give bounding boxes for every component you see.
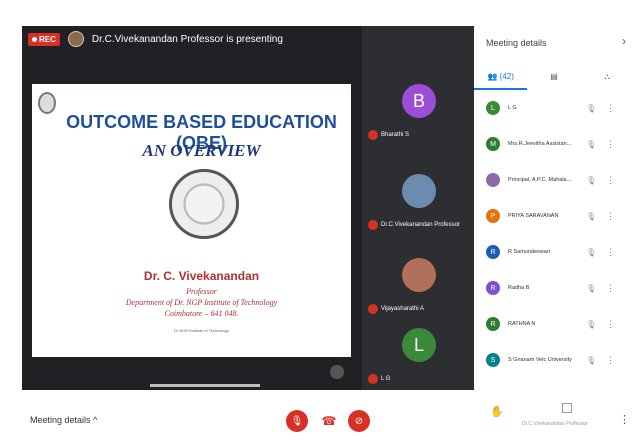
mic-off-icon: 🎙 xyxy=(290,415,304,427)
leave-call-button[interactable]: ☎ xyxy=(318,410,340,432)
list-item[interactable]: P PRIYA SARAVANAN 🎙 ⋮ xyxy=(474,198,634,234)
more-options-icon[interactable]: ⋮ xyxy=(619,413,630,426)
avatar: M xyxy=(486,137,500,151)
avatar: L xyxy=(402,328,436,362)
avatar: R xyxy=(486,281,500,295)
panel-tabs: 👥 (42) ▤ ⛬ xyxy=(474,68,634,90)
camera-off-icon: ⊘ xyxy=(354,415,364,427)
mic-off-icon: 🎙 xyxy=(586,283,597,293)
raise-hand-icon[interactable]: ✋ xyxy=(490,405,504,418)
mic-off-icon xyxy=(368,130,378,140)
participant-name: Mrs.R.Jeevitha Assistan... xyxy=(508,141,572,147)
list-item[interactable]: Principal, A.P.C. Mahala... 🎙 ⋮ xyxy=(474,162,634,198)
panel-title: Meeting details xyxy=(486,38,547,48)
list-item[interactable]: R Radha B 🎙 ⋮ xyxy=(474,270,634,306)
list-item[interactable]: R RATHNA N 🎙 ⋮ xyxy=(474,306,634,342)
list-item[interactable]: R R Samundeswari 🎙 ⋮ xyxy=(474,234,634,270)
more-vert-icon[interactable]: ⋮ xyxy=(606,103,615,114)
more-vert-icon[interactable]: ⋮ xyxy=(606,283,615,294)
tab-chat[interactable]: ▤ xyxy=(527,68,580,90)
stage-scroll-thumb[interactable] xyxy=(150,384,260,387)
tile-lg[interactable]: L L G xyxy=(362,308,474,398)
slide-department: Department of Dr. NGP Institute of Techn… xyxy=(125,298,278,307)
tile-name: Bharathi S xyxy=(381,132,410,138)
meeting-details-label: Meeting details xyxy=(30,415,91,425)
chat-icon: ▤ xyxy=(550,72,558,81)
mic-off-icon: 🎙 xyxy=(586,355,597,365)
avatar xyxy=(402,258,436,292)
rec-label: REC xyxy=(39,34,56,44)
present-icon[interactable] xyxy=(562,403,572,413)
slide-city: Coimbatore – 641 048. xyxy=(164,309,239,318)
avatar: R xyxy=(486,317,500,331)
avatar xyxy=(486,173,500,187)
more-vert-icon[interactable]: ⋮ xyxy=(606,139,615,150)
slide-author: Dr. C. Vivekanandan xyxy=(143,269,260,283)
participant-name: S Gnanam Velc University xyxy=(508,357,572,363)
participant-tiles: B Bharathi S Dr.C.Vivekanandan Professor… xyxy=(362,26,474,390)
mic-off-icon: 🎙 xyxy=(586,103,597,113)
bottom-bar: Meeting details ^ 🎙 ☎ ⊘ ✋ Dr.C.Vivekanan… xyxy=(22,395,634,441)
participant-name: Radha B xyxy=(508,285,530,291)
institute-seal-icon xyxy=(169,169,239,239)
mic-off-icon: 🎙 xyxy=(586,247,597,257)
list-item[interactable]: S S Gnanam Velc University 🎙 ⋮ xyxy=(474,342,634,378)
list-item[interactable]: M Mrs.R.Jeevitha Assistan... 🎙 ⋮ xyxy=(474,126,634,162)
camera-toggle-button[interactable]: ⊘ xyxy=(348,410,370,432)
tile-name: L G xyxy=(381,376,391,382)
shapes-icon: ⛬ xyxy=(604,72,611,81)
meeting-details-toggle[interactable]: Meeting details ^ xyxy=(30,415,97,425)
participant-name: L G xyxy=(508,105,517,111)
mic-off-icon: 🎙 xyxy=(586,139,597,149)
slide-logo-icon xyxy=(38,92,56,114)
more-vert-icon[interactable]: ⋮ xyxy=(606,319,615,330)
self-view-avatar[interactable] xyxy=(330,365,344,379)
participant-name: Principal, A.P.C. Mahala... xyxy=(508,177,572,183)
recording-badge: REC xyxy=(28,32,60,46)
mic-off-icon: 🎙 xyxy=(586,319,597,329)
avatar xyxy=(402,174,436,208)
mic-off-icon xyxy=(368,374,378,384)
participant-name: R Samundeswari xyxy=(508,249,550,255)
tab-people[interactable]: 👥 (42) xyxy=(474,68,528,90)
presenter-text: Dr.C.Vivekanandan Professor is presentin… xyxy=(91,33,283,45)
mic-off-icon xyxy=(368,220,378,230)
participant-name: RATHNA N xyxy=(508,321,536,327)
tile-vivekanandan[interactable]: Dr.C.Vivekanandan Professor xyxy=(362,154,474,244)
participant-name: PRIYA SARAVANAN xyxy=(508,213,559,219)
avatar: B xyxy=(402,84,436,118)
people-count: (42) xyxy=(499,72,514,81)
mic-toggle-button[interactable]: 🎙 xyxy=(286,410,308,432)
shared-slide: OUTCOME BASED EDUCATION (OBE) AN OVERVIE… xyxy=(32,84,351,357)
chevron-up-icon: ^ xyxy=(93,415,98,425)
slide-subtitle: AN OVERVIEW xyxy=(142,141,261,160)
presenter-footer-name: Dr.C.Vivekanandan Professor xyxy=(522,421,588,427)
chevron-right-icon[interactable]: › xyxy=(622,34,626,48)
more-vert-icon[interactable]: ⋮ xyxy=(606,247,615,258)
more-vert-icon[interactable]: ⋮ xyxy=(606,175,615,186)
more-vert-icon[interactable]: ⋮ xyxy=(606,211,615,222)
avatar: S xyxy=(486,353,500,367)
record-dot-icon xyxy=(32,36,37,42)
tab-activities[interactable]: ⛬ xyxy=(581,68,634,90)
phone-hangup-icon: ☎ xyxy=(321,414,337,428)
tile-bharathi[interactable]: B Bharathi S xyxy=(362,64,474,154)
mic-off-icon: 🎙 xyxy=(586,175,597,185)
tile-name: Dr.C.Vivekanandan Professor xyxy=(381,222,460,228)
avatar: P xyxy=(486,209,500,223)
mic-off-icon: 🎙 xyxy=(586,211,597,221)
more-vert-icon[interactable]: ⋮ xyxy=(606,355,615,366)
avatar: R xyxy=(486,245,500,259)
avatar: L xyxy=(486,101,500,115)
slide-role: Professor xyxy=(186,287,217,296)
meeting-details-panel: Meeting details › 👥 (42) ▤ ⛬ L L G 🎙 ⋮ M… xyxy=(474,26,634,390)
slide-footer: Dr NGP Institute of Technology xyxy=(174,328,229,333)
list-item[interactable]: L L G 🎙 ⋮ xyxy=(474,90,634,126)
presenter-avatar xyxy=(67,31,84,47)
